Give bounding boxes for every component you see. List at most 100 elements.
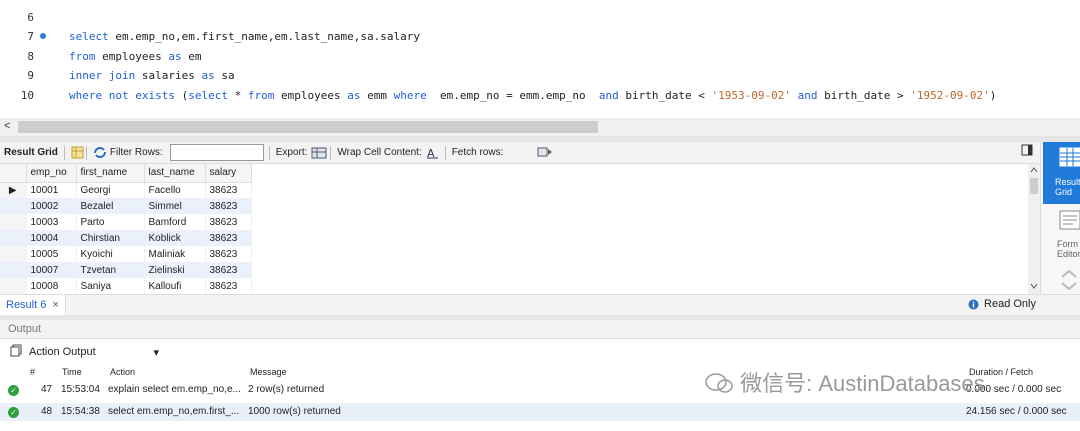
cell[interactable]: 10003	[26, 214, 77, 230]
output-column-header: Time	[62, 367, 82, 377]
output-row-action: explain select em.emp_no,e...	[108, 384, 241, 395]
table-row[interactable]: ▶ 10001 Georgi Facello 38623	[0, 182, 252, 198]
export-icon[interactable]	[311, 146, 327, 159]
line-number: 8	[27, 50, 34, 63]
result-side-panel: Result Grid Form Editor	[1021, 142, 1080, 295]
action-output-select[interactable]: Action Output ▾	[29, 346, 159, 359]
row-indicator	[0, 278, 27, 294]
cell[interactable]: Koblick	[144, 230, 206, 246]
output-row[interactable]: ✓ 48 15:54:38 select em.emp_no,em.first_…	[0, 403, 1080, 421]
filter-rows-label: Filter Rows:	[109, 147, 163, 158]
fetch-rows-label: Fetch rows:	[451, 147, 504, 158]
chevron-up-down-icon[interactable]	[1059, 268, 1079, 295]
form-editor-side-button[interactable]: Form Editor	[1043, 206, 1080, 262]
form-editor-side-label: Form Editor	[1057, 239, 1080, 259]
row-indicator	[0, 262, 27, 278]
output-row-action: select em.emp_no,em.first_...	[108, 406, 240, 417]
cell[interactable]: Kyoichi	[76, 246, 145, 262]
table-row[interactable]: 10007 Tzvetan Zielinski 38623	[0, 262, 252, 278]
cell[interactable]: 10005	[26, 246, 77, 262]
table-row[interactable]: 10008 Saniya Kalloufi 38623	[0, 278, 252, 294]
cell[interactable]: 10007	[26, 262, 77, 278]
result-grid-side-label: Result Grid	[1055, 177, 1080, 197]
cell[interactable]: Parto	[76, 214, 145, 230]
cell[interactable]: 10004	[26, 230, 77, 246]
cell[interactable]: 10008	[26, 278, 77, 294]
table-row[interactable]: 10003 Parto Bamford 38623	[0, 214, 252, 230]
fetch-next-icon[interactable]	[537, 146, 553, 159]
result-grid-label[interactable]: Result Grid	[0, 142, 62, 164]
result-grid-side-button[interactable]: Result Grid	[1043, 142, 1080, 204]
refresh-icon[interactable]	[93, 146, 106, 159]
cell[interactable]: 10001	[26, 182, 77, 198]
row-indicator	[0, 230, 27, 246]
code-line-8: from employees as em	[69, 50, 202, 63]
cell[interactable]: 38623	[205, 214, 252, 230]
result-tabs: Result 6 × Read Only	[0, 294, 1080, 315]
chevron-down-icon: ▾	[153, 346, 159, 359]
success-check-icon: ✓	[8, 385, 19, 396]
export-label: Export:	[275, 147, 308, 158]
code-line-7: select em.emp_no,em.first_name,em.last_n…	[69, 30, 421, 43]
output-header: Output	[0, 320, 1080, 339]
cell[interactable]: Simmel	[144, 198, 206, 214]
row-indicator-header	[0, 164, 27, 183]
current-row-arrow-icon: ▶	[0, 182, 27, 198]
column-header[interactable]: last_name	[144, 164, 206, 183]
column-header[interactable]: salary	[205, 164, 252, 183]
copy-icon[interactable]	[10, 344, 23, 360]
output-row-message: 2 row(s) returned	[248, 384, 325, 395]
grid-icon[interactable]	[71, 146, 84, 159]
cell[interactable]: Facello	[144, 182, 206, 198]
result-toolbar: Result Grid Filter Rows: Export: Wrap Ce…	[0, 142, 1040, 164]
grid-icon	[1059, 147, 1080, 167]
scroll-thumb[interactable]	[18, 121, 598, 133]
watermark: 微信号: AustinDatabases	[704, 366, 985, 398]
row-indicator	[0, 214, 27, 230]
line-number: 9	[27, 69, 34, 82]
cell[interactable]: 38623	[205, 198, 252, 214]
cell[interactable]: Kalloufi	[144, 278, 206, 294]
code-line-10: where not exists (select * from employee…	[69, 89, 997, 102]
scroll-left-icon[interactable]: <	[4, 120, 10, 132]
cell[interactable]: Zielinski	[144, 262, 206, 278]
output-column-header: Action	[110, 367, 136, 377]
result-grid[interactable]: emp_no first_name last_name salary ▶ 100…	[0, 164, 1028, 294]
output-row-duration: 24.156 sec / 0.000 sec	[966, 406, 1067, 417]
wechat-icon	[705, 373, 733, 393]
filter-rows-input[interactable]	[169, 144, 264, 161]
tab-label: Result 6	[6, 299, 47, 311]
cell[interactable]: Tzvetan	[76, 262, 145, 278]
column-header[interactable]: first_name	[76, 164, 145, 183]
line-number: 10	[20, 89, 34, 102]
cell[interactable]: 38623	[205, 278, 252, 294]
cell[interactable]: 38623	[205, 182, 252, 198]
toggle-panel-icon[interactable]	[1021, 144, 1033, 159]
close-icon[interactable]: ×	[52, 299, 58, 311]
read-only-label: Read Only	[984, 298, 1036, 310]
output-row-number: 48	[41, 406, 53, 417]
output-column-header: #	[30, 367, 36, 377]
cell[interactable]: Bezalel	[76, 198, 145, 214]
tab-result-6[interactable]: Result 6 ×	[0, 295, 66, 315]
cell[interactable]: Georgi	[76, 182, 145, 198]
cell[interactable]: Saniya	[76, 278, 145, 294]
table-row[interactable]: 10004 Chirstian Koblick 38623	[0, 230, 252, 246]
cell[interactable]: Bamford	[144, 214, 206, 230]
cell[interactable]: 38623	[205, 230, 252, 246]
cell[interactable]: Chirstian	[76, 230, 145, 246]
read-only-indicator: Read Only	[968, 298, 1036, 310]
divider	[330, 145, 332, 160]
cell[interactable]: 10002	[26, 198, 77, 214]
cell[interactable]: 38623	[205, 246, 252, 262]
table-row[interactable]: 10005 Kyoichi Maliniak 38623	[0, 246, 252, 262]
table-row[interactable]: 10002 Bezalel Simmel 38623	[0, 198, 252, 214]
editor-horizontal-scrollbar[interactable]: <	[0, 118, 1080, 136]
column-header[interactable]: emp_no	[26, 164, 77, 183]
cell[interactable]: Maliniak	[144, 246, 206, 262]
cell[interactable]: 38623	[205, 262, 252, 278]
wrap-cell-icon[interactable]: A	[426, 146, 439, 160]
grid-vertical-scrollbar[interactable]	[1028, 164, 1040, 294]
line-number: 6	[27, 11, 34, 24]
sql-editor[interactable]: 6 7 8 9 10 select em.emp_no,em.first_nam…	[0, 0, 1080, 118]
